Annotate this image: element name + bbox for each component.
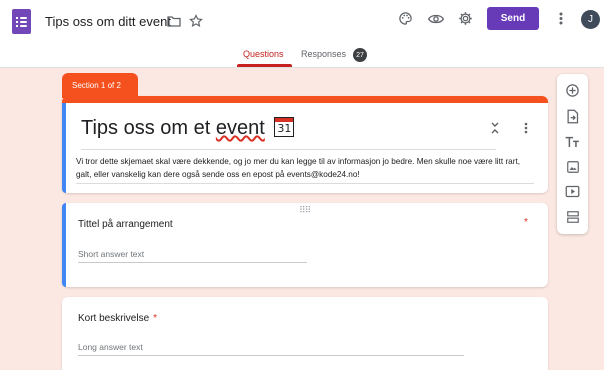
question-toolbar bbox=[557, 74, 588, 234]
add-video-icon[interactable] bbox=[563, 182, 582, 201]
gear-icon[interactable] bbox=[457, 10, 474, 27]
question-title[interactable]: Kort beskrivelse * bbox=[78, 313, 157, 324]
section-description[interactable]: Vi tror dette skjemaet skal være dekkend… bbox=[76, 155, 536, 181]
answer-placeholder: Long answer text bbox=[78, 342, 143, 352]
send-button[interactable]: Send bbox=[487, 7, 539, 30]
add-question-icon[interactable] bbox=[563, 81, 582, 100]
focus-accent-bar bbox=[62, 103, 66, 193]
top-bar: Tips oss om ditt event Send J Questions … bbox=[0, 0, 604, 68]
star-icon[interactable] bbox=[188, 13, 204, 29]
question-card[interactable]: ⠿⠿ Tittel på arrangement * Short answer … bbox=[62, 203, 548, 287]
section-more-icon[interactable] bbox=[521, 121, 531, 135]
required-marker: * bbox=[524, 217, 528, 228]
folder-icon[interactable] bbox=[166, 13, 182, 29]
add-image-icon[interactable] bbox=[563, 157, 582, 176]
answer-underline bbox=[78, 355, 464, 356]
import-questions-icon[interactable] bbox=[563, 107, 582, 126]
description-underline bbox=[76, 183, 534, 184]
active-tab-indicator bbox=[237, 64, 292, 67]
title-underline bbox=[81, 149, 496, 150]
question-card[interactable]: Kort beskrivelse * Long answer text bbox=[62, 297, 548, 370]
required-marker: * bbox=[153, 313, 158, 324]
forms-app-icon[interactable] bbox=[12, 9, 31, 34]
section-title[interactable]: Tips oss om et event 31 bbox=[81, 116, 295, 140]
calendar-emoji-icon: 31 bbox=[274, 116, 295, 137]
add-title-icon[interactable] bbox=[563, 132, 582, 151]
focus-accent-bar bbox=[62, 203, 66, 287]
question-title[interactable]: Tittel på arrangement bbox=[78, 219, 173, 230]
more-vert-icon[interactable] bbox=[555, 10, 567, 27]
section-label: Section 1 of 2 bbox=[62, 73, 138, 98]
collapse-icon[interactable] bbox=[488, 121, 502, 135]
spellcheck-word: event bbox=[215, 117, 265, 139]
eye-preview-icon[interactable] bbox=[427, 10, 444, 27]
form-title[interactable]: Tips oss om ditt event bbox=[45, 14, 171, 29]
tab-responses[interactable]: Responses bbox=[301, 49, 346, 59]
add-section-icon[interactable] bbox=[563, 207, 582, 226]
tab-bar: Questions Responses 27 bbox=[0, 44, 604, 68]
responses-count-badge: 27 bbox=[353, 48, 367, 62]
answer-underline bbox=[78, 262, 307, 263]
drag-handle-icon[interactable]: ⠿⠿ bbox=[299, 205, 311, 216]
section-title-card[interactable]: Tips oss om et event 31 Vi tror dette sk… bbox=[62, 96, 548, 193]
avatar[interactable]: J bbox=[581, 10, 600, 29]
tab-questions[interactable]: Questions bbox=[243, 49, 284, 59]
answer-placeholder: Short answer text bbox=[78, 249, 145, 259]
palette-icon[interactable] bbox=[397, 10, 414, 27]
